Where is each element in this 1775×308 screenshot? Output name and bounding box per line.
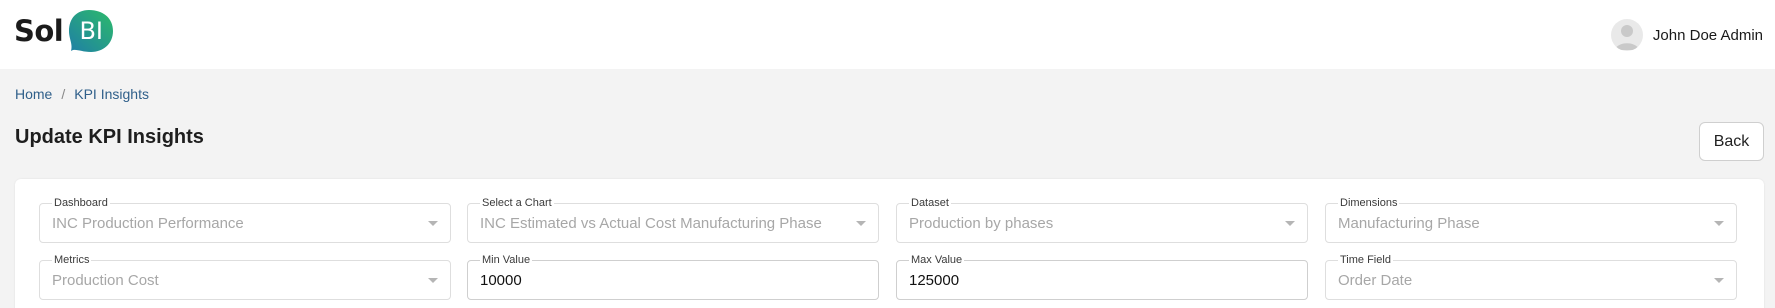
- time-field-value: Order Date: [1338, 271, 1413, 289]
- user-avatar-icon: [1610, 19, 1643, 51]
- max-value-field[interactable]: Max Value 125000: [896, 253, 1308, 300]
- breadcrumb-kpi-insights[interactable]: KPI Insights: [74, 86, 149, 102]
- user-menu[interactable]: John Doe Admin: [1610, 19, 1763, 51]
- metrics-value: Production Cost: [52, 271, 159, 289]
- chart-value: INC Estimated vs Actual Cost Manufacturi…: [480, 214, 822, 232]
- breadcrumb: Home / KPI Insights: [15, 86, 149, 102]
- chevron-down-icon: [428, 221, 438, 226]
- breadcrumb-home[interactable]: Home: [15, 86, 52, 102]
- breadcrumb-separator: /: [61, 86, 66, 102]
- dimensions-select[interactable]: Dimensions Manufacturing Phase: [1325, 196, 1737, 243]
- logo-text: Sol: [14, 14, 64, 48]
- dimensions-value: Manufacturing Phase: [1338, 214, 1480, 232]
- dataset-select[interactable]: Dataset Production by phases: [896, 196, 1308, 243]
- metrics-select[interactable]: Metrics Production Cost: [39, 253, 451, 300]
- logo-badge-text: BI: [79, 17, 104, 45]
- back-button[interactable]: Back: [1699, 122, 1764, 161]
- app-logo[interactable]: Sol BI: [14, 8, 115, 54]
- user-name: John Doe Admin: [1652, 26, 1763, 44]
- logo-badge: BI: [67, 8, 115, 54]
- dashboard-value: INC Production Performance: [52, 214, 244, 232]
- chevron-down-icon: [1714, 278, 1724, 283]
- chart-select[interactable]: Select a Chart INC Estimated vs Actual C…: [467, 196, 879, 243]
- chevron-down-icon: [856, 221, 866, 226]
- page-title: Update KPI Insights: [15, 126, 204, 148]
- min-value-input[interactable]: 10000: [480, 261, 522, 299]
- max-value-input[interactable]: 125000: [909, 261, 959, 299]
- chevron-down-icon: [1285, 221, 1295, 226]
- dashboard-select[interactable]: Dashboard INC Production Performance: [39, 196, 451, 243]
- time-field-select[interactable]: Time Field Order Date: [1325, 253, 1737, 300]
- form-card: Dashboard INC Production Performance Sel…: [15, 179, 1764, 308]
- dataset-value: Production by phases: [909, 214, 1054, 232]
- chevron-down-icon: [1714, 221, 1724, 226]
- chevron-down-icon: [428, 278, 438, 283]
- top-bar: Sol BI John Doe Admin: [0, 0, 1775, 69]
- min-value-field[interactable]: Min Value 10000: [467, 253, 879, 300]
